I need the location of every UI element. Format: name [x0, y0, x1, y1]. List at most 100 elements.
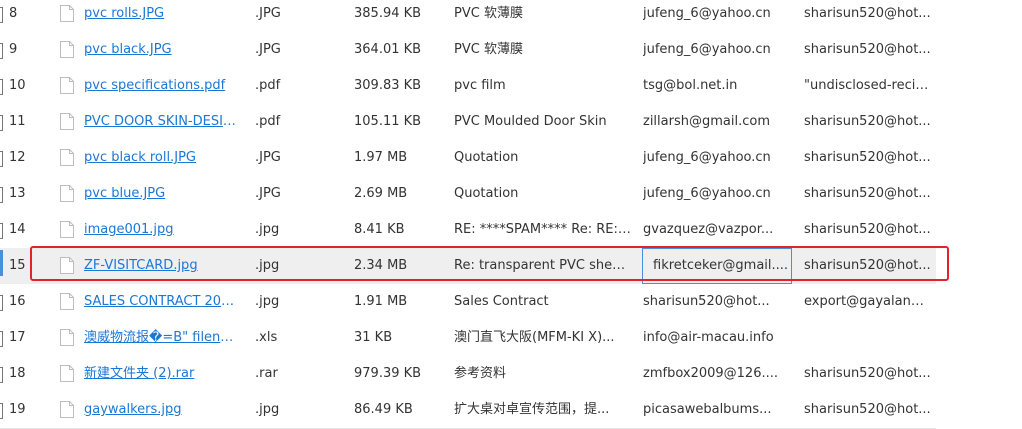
file-icon: [60, 176, 78, 212]
recipient: sharisun520@hot...: [804, 42, 931, 57]
file-name-link[interactable]: image001.jpg: [84, 212, 241, 248]
email-subject: PVC 软薄膜: [454, 6, 523, 21]
file-extension: .JPG: [255, 42, 281, 57]
row-checkbox[interactable]: [0, 7, 3, 23]
row-number: 15: [9, 258, 26, 273]
file-name-link[interactable]: SALES CONTRACT 2010-5: [84, 284, 241, 320]
file-extension: .pdf: [255, 78, 281, 93]
email-subject: pvc film: [454, 78, 506, 93]
sender: picasawebalbums...: [643, 402, 772, 417]
file-name-link[interactable]: pvc black roll.JPG: [84, 140, 241, 176]
file-size: 31 KB: [354, 330, 393, 345]
recipient: export@gayaland....: [804, 294, 932, 309]
row-number: 19: [9, 402, 26, 417]
file-icon: [60, 248, 78, 284]
row-number: 13: [9, 186, 26, 201]
file-extension: .rar: [255, 366, 278, 381]
recipient: sharisun520@hot...: [804, 186, 931, 201]
table-row[interactable]: 11 PVC DOOR SKIN-DESIGN .pdf 105.11 KB P…: [0, 104, 936, 141]
row-checkbox[interactable]: [0, 403, 3, 419]
email-subject: Quotation: [454, 186, 519, 201]
file-extension: .jpg: [255, 402, 280, 417]
file-extension: .pdf: [255, 114, 281, 129]
file-icon: [60, 320, 78, 356]
row-number: 14: [9, 222, 26, 237]
file-icon: [60, 0, 78, 32]
row-checkbox[interactable]: [0, 367, 3, 383]
file-extension: .JPG: [255, 6, 281, 21]
row-number: 17: [9, 330, 26, 345]
file-name-link[interactable]: pvc rolls.JPG: [84, 0, 241, 32]
file-size: 979.39 KB: [354, 366, 422, 381]
table-row[interactable]: 19 gaywalkers.jpg .jpg 86.49 KB 扩大桌对卓宣传范…: [0, 392, 936, 429]
file-size: 105.11 KB: [354, 114, 422, 129]
email-subject: Re: transparent PVC sheet ...: [454, 258, 632, 273]
row-checkbox[interactable]: [0, 187, 3, 203]
row-number: 10: [9, 78, 26, 93]
file-size: 8.41 KB: [354, 222, 405, 237]
table-row[interactable]: 8 pvc rolls.JPG .JPG 385.94 KB PVC 软薄膜 j…: [0, 0, 936, 33]
row-checkbox[interactable]: [0, 151, 3, 167]
sender: sharisun520@hot...: [643, 294, 770, 309]
email-subject: PVC Moulded Door Skin: [454, 114, 607, 129]
file-extension: .jpg: [255, 294, 280, 309]
recipient: sharisun520@hot...: [804, 366, 931, 381]
file-name-link[interactable]: gaywalkers.jpg: [84, 392, 241, 428]
row-checkbox[interactable]: [0, 43, 3, 59]
sender: zillarsh@gmail.com: [643, 114, 770, 129]
sender: zmfbox2009@126....: [643, 366, 778, 381]
recipient: sharisun520@hot...: [804, 6, 931, 21]
table-row[interactable]: 14 image001.jpg .jpg 8.41 KB RE: ****SPA…: [0, 212, 936, 249]
sender: gvazquez@vazpor...: [643, 222, 774, 237]
sender: info@air-macau.info: [643, 330, 774, 345]
file-name-link[interactable]: pvc black.JPG: [84, 32, 241, 68]
recipient: sharisun520@hot...: [804, 402, 931, 417]
row-number: 16: [9, 294, 26, 309]
file-size: 2.69 MB: [354, 186, 408, 201]
row-number: 9: [9, 42, 18, 57]
sender: jufeng_6@yahoo.cn: [643, 42, 771, 57]
row-checkbox[interactable]: [0, 115, 3, 131]
sender: jufeng_6@yahoo.cn: [643, 186, 771, 201]
table-row[interactable]: 13 pvc blue.JPG .JPG 2.69 MB Quotation j…: [0, 176, 936, 213]
file-extension: .jpg: [255, 258, 280, 273]
table-row[interactable]: 17 澳威物流报�=B" filename .xls 31 KB 澳门直飞大阪(…: [0, 320, 936, 357]
row-checkbox[interactable]: [0, 223, 3, 239]
file-size: 86.49 KB: [354, 402, 413, 417]
row-checkbox[interactable]: [0, 295, 3, 311]
table-row[interactable]: 10 pvc specifications.pdf .pdf 309.83 KB…: [0, 68, 936, 105]
row-number: 12: [9, 150, 26, 165]
file-icon: [60, 212, 78, 248]
sender: jufeng_6@yahoo.cn: [643, 150, 771, 165]
file-name-link[interactable]: PVC DOOR SKIN-DESIGN: [84, 104, 241, 140]
file-name-link[interactable]: ZF-VISITCARD.jpg: [84, 248, 241, 284]
table-row[interactable]: 15 ZF-VISITCARD.jpg .jpg 2.34 MB Re: tra…: [0, 248, 936, 285]
file-name-link[interactable]: 澳威物流报�=B" filename: [84, 320, 241, 356]
email-subject: 参考资料: [454, 366, 507, 381]
file-size: 2.34 MB: [354, 258, 408, 273]
row-number: 8: [9, 6, 18, 21]
file-icon: [60, 32, 78, 68]
sender: fikretceker@gmail....: [642, 248, 792, 284]
recipient: [804, 320, 932, 356]
file-name-link[interactable]: pvc blue.JPG: [84, 176, 241, 212]
table-row[interactable]: 16 SALES CONTRACT 2010-5 .jpg 1.91 MB Sa…: [0, 284, 936, 321]
selection-indicator: [0, 250, 3, 276]
file-icon: [60, 284, 78, 320]
email-subject: 澳门直飞大阪(MFM-KI X)...: [454, 330, 615, 345]
file-name-link[interactable]: 新建文件夹 (2).rar: [84, 356, 241, 392]
file-icon: [60, 104, 78, 140]
file-extension: .xls: [255, 330, 278, 345]
email-subject: RE: ****SPAM**** Re: RE: re...: [454, 222, 632, 237]
email-subject: PVC 软薄膜: [454, 42, 523, 57]
file-size: 309.83 KB: [354, 78, 422, 93]
row-checkbox[interactable]: [0, 79, 3, 95]
file-name-link[interactable]: pvc specifications.pdf: [84, 68, 241, 104]
row-checkbox[interactable]: [0, 331, 3, 347]
recipient: sharisun520@hot...: [804, 222, 931, 237]
table-row[interactable]: 18 新建文件夹 (2).rar .rar 979.39 KB 参考资料 zmf…: [0, 356, 936, 393]
file-size: 364.01 KB: [354, 42, 422, 57]
table-row[interactable]: 12 pvc black roll.JPG .JPG 1.97 MB Quota…: [0, 140, 936, 177]
table-row[interactable]: 9 pvc black.JPG .JPG 364.01 KB PVC 软薄膜 j…: [0, 32, 936, 69]
file-size: 1.97 MB: [354, 150, 408, 165]
